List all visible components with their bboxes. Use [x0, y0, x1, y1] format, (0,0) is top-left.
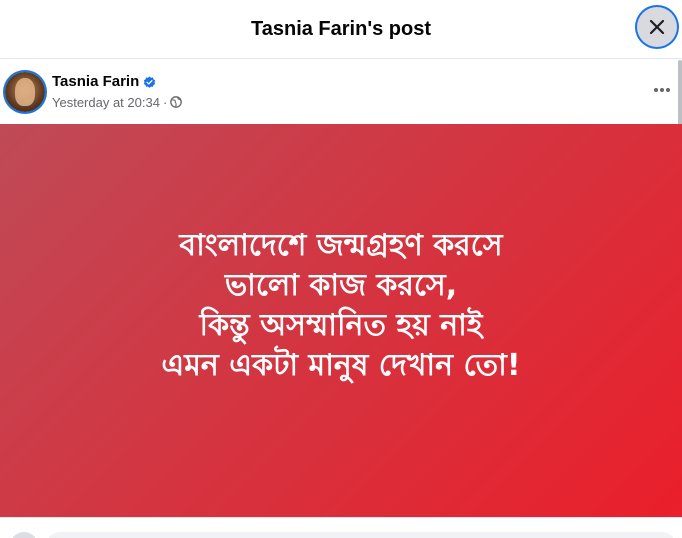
- post-image-line: ভালো কাজ করসে,: [224, 267, 458, 303]
- comment-input[interactable]: [46, 532, 676, 538]
- post-dialog: Tasnia Farin's post Tasnia Farin Yesterd…: [0, 0, 682, 538]
- post-image-text: বাংলাদেশে জন্মগ্রহণ করসে ভালো কাজ করসে, …: [161, 226, 520, 386]
- avatar[interactable]: [5, 72, 45, 112]
- post-image-line: এমন একটা মানুষ দেখান তো!: [161, 347, 521, 383]
- comment-bar: [0, 517, 682, 538]
- verified-badge-icon: [144, 75, 156, 88]
- globe-icon[interactable]: [170, 96, 183, 108]
- meta-separator: ·: [162, 94, 168, 110]
- dialog-header: Tasnia Farin's post: [0, 0, 682, 59]
- author-row: Tasnia Farin: [52, 73, 156, 91]
- author-name[interactable]: Tasnia Farin: [52, 73, 139, 91]
- dialog-title: Tasnia Farin's post: [251, 18, 431, 40]
- post-image-line: কিন্তু অসম্মানিত হয় নাই: [199, 307, 483, 343]
- more-horizontal-icon: [654, 88, 670, 92]
- post-image-line: বাংলাদেশে জন্মগ্রহণ করসে: [179, 227, 503, 263]
- close-icon: [649, 19, 665, 35]
- comment-avatar[interactable]: [10, 532, 38, 538]
- close-button[interactable]: [637, 7, 677, 47]
- post-header: Tasnia Farin Yesterday at 20:34 ·: [0, 60, 678, 124]
- more-options-button[interactable]: [646, 78, 678, 102]
- post-timestamp[interactable]: Yesterday at 20:34: [52, 95, 160, 110]
- post-meta: Yesterday at 20:34 ·: [52, 94, 183, 110]
- post-image[interactable]: বাংলাদেশে জন্মগ্রহণ করসে ভালো কাজ করসে, …: [0, 124, 682, 517]
